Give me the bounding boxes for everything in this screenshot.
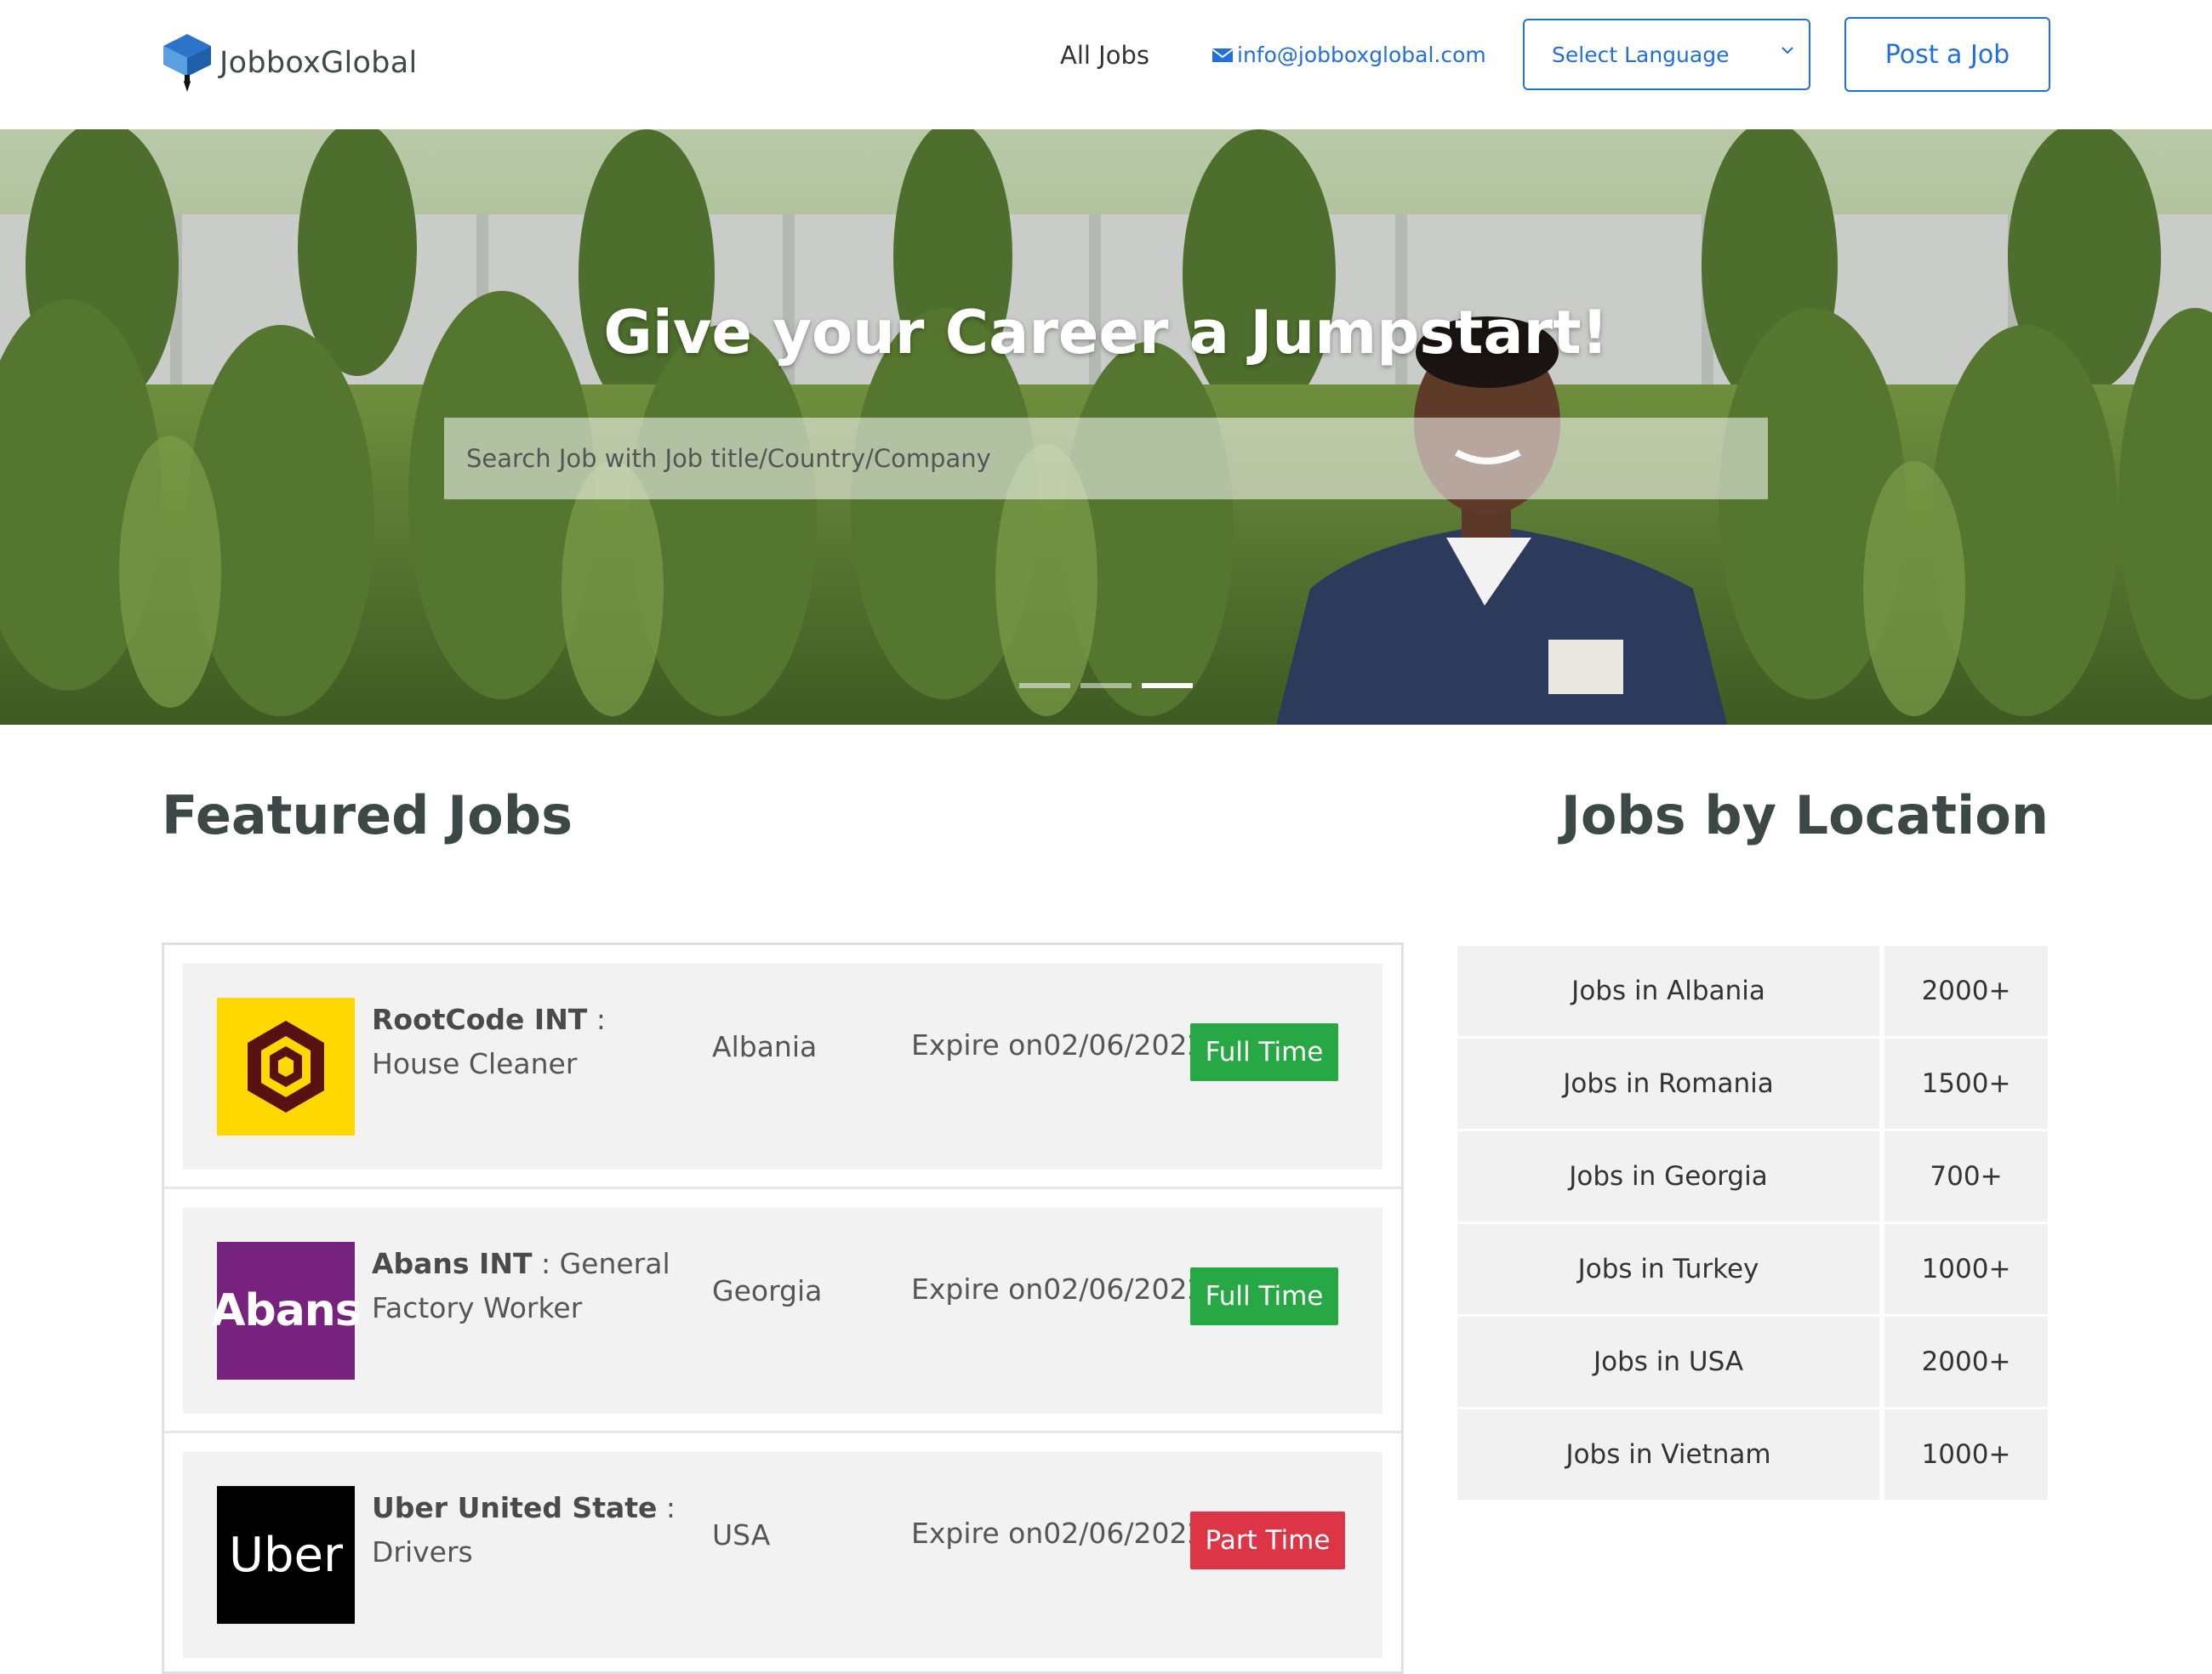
nav-email-link[interactable]: info@jobboxglobal.com	[1211, 43, 1486, 67]
job-location: USA	[712, 1518, 771, 1552]
location-row[interactable]: Jobs in Georgia 700+	[1457, 1131, 2048, 1221]
brand-logo[interactable]: JobboxGlobal	[162, 32, 417, 94]
chevron-down-icon	[1782, 47, 1793, 54]
location-row[interactable]: Jobs in USA 2000+	[1457, 1317, 2048, 1407]
featured-jobs-list: RootCode INT : House Cleaner Albania Exp…	[162, 942, 1404, 1674]
language-select-label: Select Language	[1552, 42, 1730, 67]
divider	[164, 1431, 1401, 1433]
location-name[interactable]: Jobs in Romania	[1457, 1039, 1879, 1129]
company-logo	[217, 998, 355, 1136]
job-location: Georgia	[712, 1274, 823, 1307]
email-text: info@jobboxglobal.com	[1237, 43, 1486, 67]
location-name[interactable]: Jobs in Georgia	[1457, 1131, 1879, 1221]
company-logo: Abans	[211, 1242, 362, 1380]
job-type-badge: Full Time	[1190, 1267, 1338, 1325]
brand-name: JobboxGlobal	[219, 46, 418, 80]
job-type-badge: Part Time	[1190, 1512, 1345, 1569]
hero-banner: Give your Career a Jumpstart! Search Job…	[0, 129, 2212, 725]
job-expiry: Expire on02/06/2022	[911, 1028, 1206, 1062]
site-header: JobboxGlobal All Jobs info@jobboxglobal.…	[0, 0, 2212, 129]
location-name[interactable]: Jobs in Albania	[1457, 946, 1879, 1036]
job-expiry: Expire on02/06/2022	[911, 1273, 1206, 1306]
location-row[interactable]: Jobs in Albania 2000+	[1457, 946, 2048, 1036]
carousel-indicators	[1019, 683, 1193, 688]
envelope-icon	[1211, 48, 1234, 62]
graduation-cap-logo-icon	[163, 34, 211, 92]
job-card[interactable]: Uber Uber United State : Drivers USA Exp…	[183, 1452, 1382, 1658]
company-name: Abans INT	[372, 1247, 533, 1280]
job-title[interactable]: Uber United State : Drivers	[372, 1486, 695, 1574]
company-name: RootCode INT	[372, 1003, 588, 1036]
uber-logo-text: Uber	[228, 1527, 343, 1583]
location-name[interactable]: Jobs in Vietnam	[1457, 1409, 1879, 1500]
divider	[164, 1187, 1401, 1189]
job-title[interactable]: Abans INT : General Factory Worker	[372, 1242, 695, 1330]
location-name[interactable]: Jobs in Turkey	[1457, 1224, 1879, 1314]
location-count: 2000+	[1884, 946, 2048, 1036]
location-row[interactable]: Jobs in Romania 1500+	[1457, 1039, 2048, 1129]
job-card[interactable]: Abans Abans INT : General Factory Worker…	[183, 1208, 1382, 1414]
post-job-button[interactable]: Post a Job	[1844, 17, 2050, 92]
job-position: Drivers	[372, 1535, 473, 1569]
job-position: House Cleaner	[372, 1047, 578, 1080]
carousel-dot-1[interactable]	[1019, 683, 1070, 688]
location-count: 2000+	[1884, 1317, 2048, 1407]
location-row[interactable]: Jobs in Turkey 1000+	[1457, 1224, 2048, 1314]
job-card[interactable]: RootCode INT : House Cleaner Albania Exp…	[183, 964, 1382, 1170]
location-count: 700+	[1884, 1131, 2048, 1221]
abans-logo-text: Abans	[211, 1285, 362, 1336]
company-logo: Uber	[217, 1486, 355, 1624]
hero-title: Give your Career a Jumpstart!	[603, 298, 1609, 367]
job-search-input[interactable]: Search Job with Job title/Country/Compan…	[444, 418, 1768, 499]
location-count: 1000+	[1884, 1224, 2048, 1314]
job-title[interactable]: RootCode INT : House Cleaner	[372, 998, 695, 1086]
featured-jobs-heading: Featured Jobs	[162, 784, 573, 846]
location-name[interactable]: Jobs in USA	[1457, 1317, 1879, 1407]
location-count: 1500+	[1884, 1039, 2048, 1129]
jobs-by-location-heading: Jobs by Location	[1560, 784, 2049, 846]
company-name: Uber United State	[372, 1491, 658, 1524]
location-row[interactable]: Jobs in Vietnam 1000+	[1457, 1409, 2048, 1500]
job-location: Albania	[712, 1030, 818, 1063]
location-count: 1000+	[1884, 1409, 2048, 1500]
job-expiry: Expire on02/06/2022	[911, 1517, 1206, 1550]
job-type-badge: Full Time	[1190, 1023, 1338, 1081]
carousel-dot-3[interactable]	[1142, 683, 1193, 688]
rootcode-hexagon-icon	[248, 1021, 324, 1113]
jobs-by-location-table: Jobs in Albania 2000+ Jobs in Romania 15…	[1457, 946, 2048, 1502]
nav-all-jobs[interactable]: All Jobs	[1060, 41, 1149, 70]
language-select[interactable]: Select Language	[1523, 19, 1810, 90]
carousel-dot-2[interactable]	[1080, 683, 1132, 688]
